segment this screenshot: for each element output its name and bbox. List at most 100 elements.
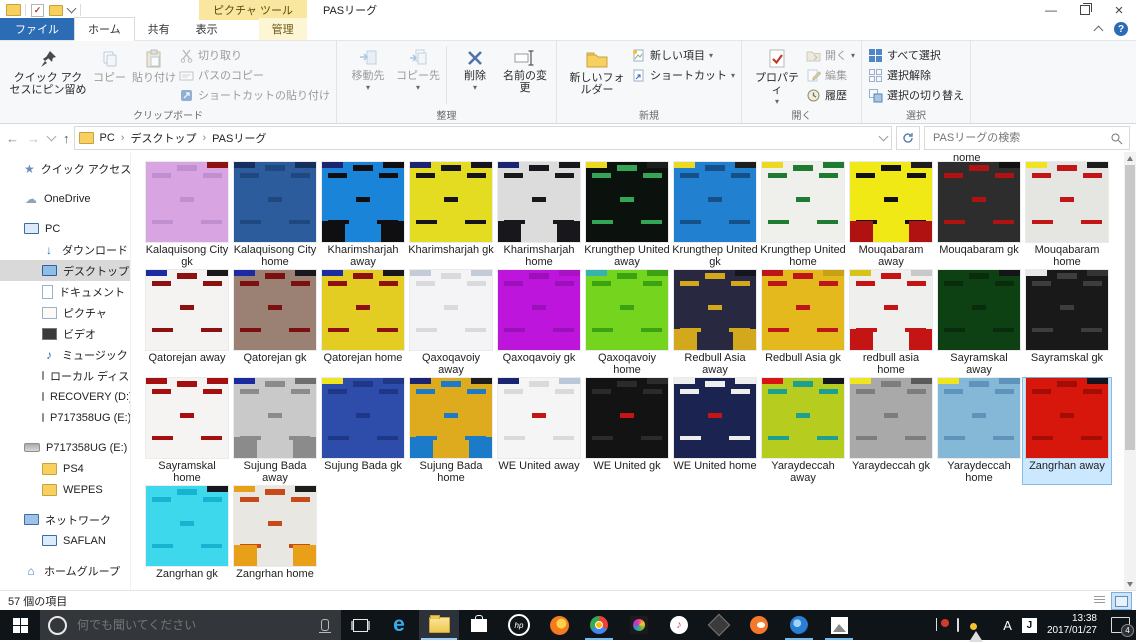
file-item[interactable]: Redbull Asia gk <box>759 270 847 376</box>
collapse-ribbon-icon[interactable] <box>1094 26 1104 36</box>
tab-manage[interactable]: 管理 <box>259 18 307 40</box>
tab-share[interactable]: 共有 <box>135 18 183 40</box>
scroll-up-icon[interactable] <box>1124 152 1136 164</box>
taskbar-app-photos-icon[interactable] <box>819 610 859 640</box>
file-item[interactable]: WE United gk <box>583 378 671 484</box>
file-item[interactable]: Zangrhan away <box>1023 378 1111 484</box>
shortcut-button[interactable]: ショートカット ▾ <box>631 66 735 84</box>
search-box[interactable] <box>924 126 1130 150</box>
file-item[interactable]: Sayramskal gk <box>1023 270 1111 376</box>
file-item[interactable]: Redbull Asia away <box>671 270 759 376</box>
file-item[interactable]: Kharimsharjah gk <box>407 162 495 268</box>
file-item[interactable]: Qatorejan away <box>143 270 231 376</box>
file-item[interactable]: Sujung Bada home <box>407 378 495 484</box>
close-button[interactable]: × <box>1102 0 1136 20</box>
up-button[interactable]: ↑ <box>63 131 70 146</box>
taskbar-app-hp-icon[interactable]: hp <box>499 610 539 640</box>
new-folder-button[interactable]: 新しいフォルダー <box>563 44 631 98</box>
tab-view[interactable]: 表示 <box>183 18 231 40</box>
pin-to-quick-access-button[interactable]: クイック アクセスにピン留め <box>6 44 90 98</box>
select-none-button[interactable]: 選択解除 <box>868 66 964 84</box>
file-item[interactable]: Yaraydeccah away <box>759 378 847 484</box>
taskbar-clock[interactable]: 13:38 2017/01/27 <box>1047 613 1097 637</box>
cortana-input[interactable] <box>75 617 313 633</box>
breadcrumb[interactable]: PC›デスクトップ›PASリーグ <box>74 126 893 150</box>
vertical-scrollbar[interactable] <box>1124 152 1136 590</box>
thumbnail-view-button[interactable] <box>1111 592 1132 610</box>
properties-quick-icon[interactable]: ✓ <box>31 4 44 17</box>
file-item[interactable]: Qaxoqavoiy away <box>407 270 495 376</box>
file-item[interactable]: Yaraydeccah home <box>935 378 1023 484</box>
file-item[interactable]: Qatorejan home <box>319 270 407 376</box>
tray-wifi-icon[interactable] <box>969 619 983 631</box>
tab-file[interactable]: ファイル <box>0 18 74 40</box>
sidebar-item[interactable]: ☁OneDrive <box>0 188 130 209</box>
tab-home[interactable]: ホーム <box>74 17 135 41</box>
minimize-button[interactable]: — <box>1034 0 1068 20</box>
taskbar-app-app-blue-icon[interactable] <box>779 610 819 640</box>
file-item[interactable]: Qatorejan gk <box>231 270 319 376</box>
file-item[interactable]: Kalaquisong City gk <box>143 162 231 268</box>
move-to-button[interactable]: 移動先 ▾ <box>343 44 393 96</box>
rename-button[interactable]: 名前の変更 <box>500 44 550 96</box>
file-item[interactable]: WE United home <box>671 378 759 484</box>
refresh-button[interactable] <box>896 126 920 150</box>
paste-button[interactable]: 貼り付け <box>129 44 179 86</box>
properties-button[interactable]: プロパティ ▾ <box>748 44 806 110</box>
cut-button[interactable]: 切り取り <box>179 46 330 64</box>
new-item-button[interactable]: 新しい項目 ▾ <box>631 46 735 64</box>
file-item[interactable]: Qaxoqavoiy home <box>583 270 671 376</box>
file-item[interactable]: Sayramskal home <box>143 378 231 484</box>
file-item[interactable]: Kalaquisong City home <box>231 162 319 268</box>
file-item[interactable]: Kharimsharjah home <box>495 162 583 268</box>
task-view-button[interactable] <box>341 610 379 640</box>
new-folder-quick-icon[interactable] <box>49 5 63 16</box>
file-item[interactable]: Sujung Bada gk <box>319 378 407 484</box>
taskbar-app-blender-icon[interactable] <box>739 610 779 640</box>
file-item[interactable]: Qaxoqavoiy gk <box>495 270 583 376</box>
open-button[interactable]: 開く ▾ <box>806 46 855 64</box>
file-item[interactable]: Kharimsharjah away <box>319 162 407 268</box>
file-item[interactable]: Zangrhan home <box>231 486 319 590</box>
start-button[interactable] <box>0 610 40 640</box>
sidebar-item[interactable]: ローカル ディスク (C:) <box>0 365 130 386</box>
sidebar-item[interactable]: ♪ミュージック <box>0 344 130 365</box>
help-icon[interactable]: ? <box>1114 22 1128 36</box>
taskbar-app-itunes-icon[interactable]: ♪ <box>659 610 699 640</box>
sidebar-item[interactable]: SAFLAN <box>0 530 130 551</box>
taskbar-app-file-explorer-icon[interactable] <box>419 610 459 640</box>
sidebar-item[interactable]: ⌂ホームグループ <box>0 560 130 581</box>
sidebar-item[interactable]: WEPES <box>0 479 130 500</box>
select-all-button[interactable]: すべて選択 <box>868 46 964 64</box>
copy-button[interactable]: コピー <box>90 44 129 86</box>
file-item[interactable]: Mouqabaram away <box>847 162 935 268</box>
taskbar-app-store-icon[interactable] <box>459 610 499 640</box>
file-item[interactable]: Krungthep United home <box>759 162 847 268</box>
details-view-button[interactable] <box>1090 592 1109 608</box>
sidebar-item[interactable]: ★クイック アクセス <box>0 158 130 179</box>
breadcrumb-separator-icon[interactable]: › <box>121 132 125 144</box>
address-dropdown-icon[interactable] <box>879 132 889 142</box>
search-icon[interactable] <box>1110 132 1123 145</box>
search-input[interactable] <box>931 131 1106 145</box>
breadcrumb-item[interactable]: PASリーグ <box>212 130 266 146</box>
tray-pen-icon[interactable] <box>957 619 959 631</box>
file-item[interactable]: Krungthep United gk <box>671 162 759 268</box>
file-item[interactable]: redbull asia home <box>847 270 935 376</box>
file-item[interactable]: Krungthep United away <box>583 162 671 268</box>
file-item[interactable]: Mouqabaram home <box>1023 162 1111 268</box>
scroll-down-icon[interactable] <box>1124 578 1136 590</box>
sidebar-item[interactable]: ドキュメント <box>0 281 130 302</box>
sidebar-item[interactable]: P717358UG (E:) <box>0 437 130 458</box>
recent-locations-icon[interactable] <box>47 132 57 142</box>
taskbar-app-photo-editor-icon[interactable] <box>619 610 659 640</box>
file-item[interactable]: Yaraydeccah gk <box>847 378 935 484</box>
copy-path-button[interactable]: パスのコピー <box>179 66 330 84</box>
sidebar-item[interactable]: ピクチャ <box>0 302 130 323</box>
paste-shortcut-button[interactable]: ショートカットの貼り付け <box>179 86 330 104</box>
sidebar-item[interactable]: P717358UG (E:) <box>0 407 130 428</box>
sidebar-item[interactable]: PS4 <box>0 458 130 479</box>
scrollbar-thumb[interactable] <box>1125 165 1135 450</box>
breadcrumb-item[interactable]: PC <box>100 132 115 144</box>
cortana-search[interactable] <box>40 610 341 640</box>
